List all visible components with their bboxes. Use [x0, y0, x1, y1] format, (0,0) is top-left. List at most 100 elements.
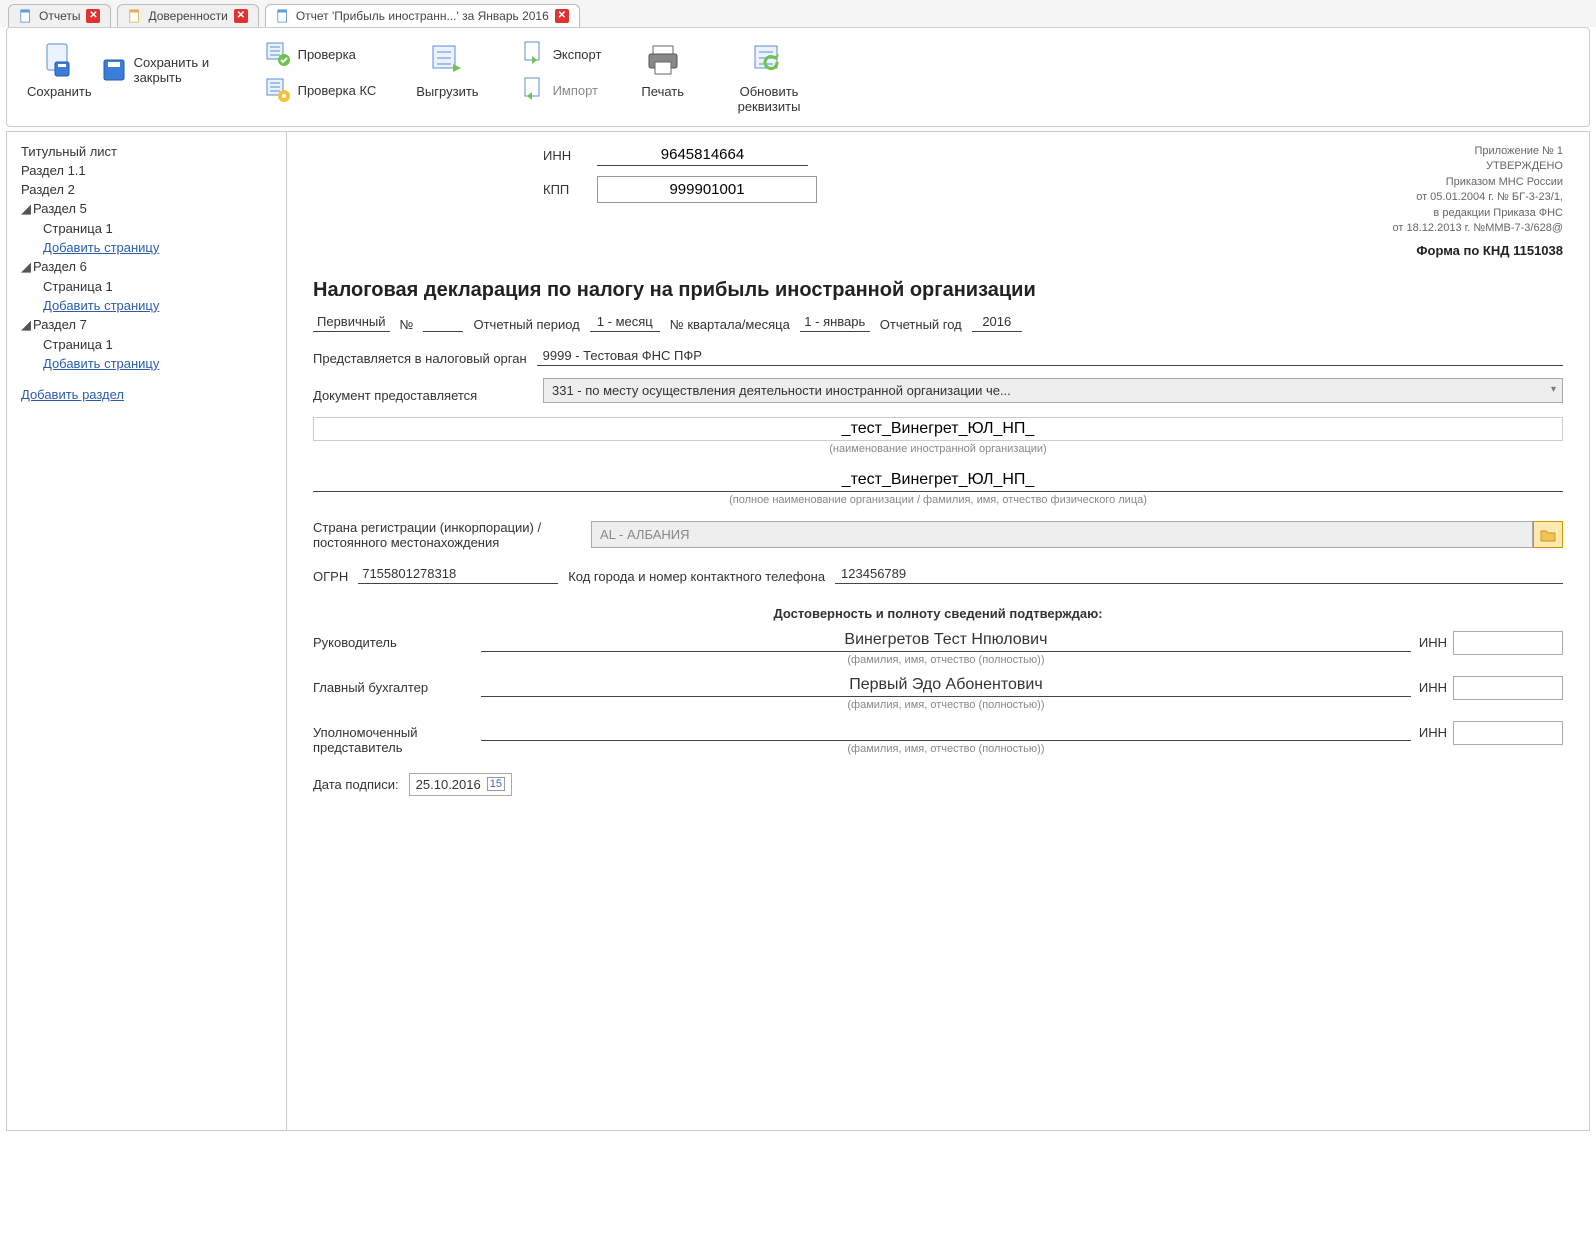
check-ks-button[interactable]: Проверка КС — [264, 76, 377, 104]
org-name-hint: (наименование иностранной организации) — [313, 443, 1563, 455]
head-role-label: Руководитель — [313, 631, 473, 650]
inn-label: ИНН — [1419, 680, 1447, 695]
accountant-name-field[interactable]: Первый Эдо Абонентович — [481, 676, 1411, 697]
period-field[interactable]: 1 - месяц — [590, 314, 660, 332]
quarter-field[interactable]: 1 - январь — [800, 314, 870, 332]
export-button[interactable]: Экспорт — [519, 40, 602, 68]
quarter-label: № квартала/месяца — [670, 317, 790, 332]
doc-label: Документ предоставляется — [313, 388, 533, 403]
tool-label: Сохранить и закрыть — [134, 55, 224, 85]
workspace: Титульный лист Раздел 1.1 Раздел 2 ◢Разд… — [6, 131, 1590, 1131]
tool-label: Импорт — [553, 83, 598, 98]
tree-page[interactable]: Страница 1 — [43, 219, 272, 238]
chevron-down-icon: ▾ — [1551, 384, 1556, 395]
page-title: Налоговая декларация по налогу на прибыл… — [313, 279, 1563, 302]
fio-hint: (фамилия, имя, отчество (полностью)) — [481, 743, 1411, 755]
tab-authorizations[interactable]: Доверенности ✕ — [117, 4, 258, 27]
tree-section-7[interactable]: ◢Раздел 7 — [21, 315, 272, 335]
doc-place-select[interactable]: 331 - по месту осуществления деятельност… — [543, 378, 1563, 403]
approval-line: УТВЕРЖДЕНО — [1393, 159, 1563, 174]
fio-hint: (фамилия, имя, отчество (полностью)) — [481, 699, 1411, 711]
save-close-icon — [100, 56, 128, 84]
add-page-link[interactable]: Добавить страницу — [43, 354, 272, 373]
form-area: ИНН КПП Приложение № 1 УТВЕРЖДЕНО Приказ… — [287, 132, 1589, 1130]
add-page-link[interactable]: Добавить страницу — [43, 296, 272, 315]
close-icon[interactable]: ✕ — [86, 9, 100, 23]
kpp-label: КПП — [543, 182, 583, 197]
approval-line: от 05.01.2004 г. № БГ-3-23/1, — [1393, 190, 1563, 205]
tab-label: Отчеты — [39, 9, 80, 23]
ogrn-field[interactable]: 7155801278318 — [358, 566, 558, 584]
doc-icon — [128, 9, 142, 23]
country-browse-button[interactable] — [1533, 521, 1563, 548]
check-button[interactable]: Проверка — [264, 40, 377, 68]
kpp-field[interactable] — [597, 176, 817, 203]
chevron-down-icon[interactable]: ◢ — [21, 201, 33, 217]
print-icon — [643, 40, 683, 80]
upload-button[interactable]: Выгрузить — [416, 40, 478, 114]
head-inn-field[interactable] — [1453, 631, 1563, 655]
tree-label: Раздел 6 — [33, 259, 87, 274]
country-field[interactable] — [591, 521, 1533, 548]
date-value: 25.10.2016 — [416, 777, 481, 792]
representative-name-field[interactable] — [481, 721, 1411, 741]
fio-hint: (фамилия, имя, отчество (полностью)) — [481, 654, 1411, 666]
tree-section-1-1[interactable]: Раздел 1.1 — [21, 161, 272, 180]
tab-current-report[interactable]: Отчет 'Прибыль иностранн...' за Январь 2… — [265, 4, 580, 27]
tab-label: Доверенности — [148, 9, 227, 23]
year-field[interactable]: 2016 — [972, 314, 1022, 332]
chevron-down-icon[interactable]: ◢ — [21, 259, 33, 275]
toolbar: Сохранить Сохранить и закрыть Проверка П… — [6, 27, 1590, 127]
tool-label: Проверка КС — [298, 83, 377, 98]
approval-line: в редакции Приказа ФНС — [1393, 206, 1563, 221]
save-close-button[interactable]: Сохранить и закрыть — [100, 55, 224, 85]
org-name-field[interactable] — [313, 417, 1563, 441]
doc-icon — [276, 9, 290, 23]
folder-icon — [1540, 528, 1556, 542]
tree-label: Раздел 5 — [33, 201, 87, 216]
tree-section-2[interactable]: Раздел 2 — [21, 180, 272, 199]
print-button[interactable]: Печать — [641, 40, 684, 114]
tree-page[interactable]: Страница 1 — [43, 277, 272, 296]
accountant-inn-field[interactable] — [1453, 676, 1563, 700]
refresh-button[interactable]: Обновить реквизиты — [724, 40, 814, 114]
head-name-field[interactable]: Винегретов Тест Нпюлович — [481, 631, 1411, 652]
representative-inn-field[interactable] — [1453, 721, 1563, 745]
save-icon — [39, 40, 79, 80]
approval-line: Приложение № 1 — [1393, 144, 1563, 159]
calendar-icon[interactable]: 15 — [487, 777, 505, 791]
tax-office-field[interactable]: 9999 - Тестовая ФНС ПФР — [537, 348, 1563, 366]
close-icon[interactable]: ✕ — [234, 9, 248, 23]
country-label: Страна регистрации (инкорпорации) / пост… — [313, 520, 583, 550]
org-fullname-field[interactable] — [313, 469, 1563, 492]
add-section-link[interactable]: Добавить раздел — [21, 385, 272, 404]
refresh-icon — [749, 40, 789, 80]
year-label: Отчетный год — [880, 317, 962, 332]
org-fullname-hint: (полное наименование организации / фамил… — [313, 494, 1563, 506]
representative-role-label: Уполномоченный представитель — [313, 721, 473, 755]
tool-label: Сохранить — [27, 84, 92, 99]
doc-kind-field[interactable]: Первичный — [313, 314, 390, 332]
check-ks-icon — [264, 76, 292, 104]
tab-reports[interactable]: Отчеты ✕ — [8, 4, 111, 27]
sign-date-field[interactable]: 25.10.2016 15 — [409, 773, 512, 796]
tree-section-5[interactable]: ◢Раздел 5 — [21, 199, 272, 219]
import-button[interactable]: Импорт — [519, 76, 602, 104]
import-icon — [519, 76, 547, 104]
num-field[interactable] — [423, 329, 463, 332]
save-button[interactable]: Сохранить — [27, 40, 92, 99]
upload-icon — [427, 40, 467, 80]
form-code: Форма по КНД 1151038 — [1393, 242, 1563, 260]
tree-page[interactable]: Страница 1 — [43, 335, 272, 354]
tree-section-6[interactable]: ◢Раздел 6 — [21, 257, 272, 277]
close-icon[interactable]: ✕ — [555, 9, 569, 23]
tool-label: Обновить реквизиты — [724, 84, 814, 114]
export-icon — [519, 40, 547, 68]
inn-field[interactable] — [597, 144, 808, 166]
phone-label: Код города и номер контактного телефона — [568, 569, 825, 584]
phone-field[interactable]: 123456789 — [835, 566, 1563, 584]
tool-label: Выгрузить — [416, 84, 478, 99]
chevron-down-icon[interactable]: ◢ — [21, 317, 33, 333]
add-page-link[interactable]: Добавить страницу — [43, 238, 272, 257]
tree-title-page[interactable]: Титульный лист — [21, 142, 272, 161]
